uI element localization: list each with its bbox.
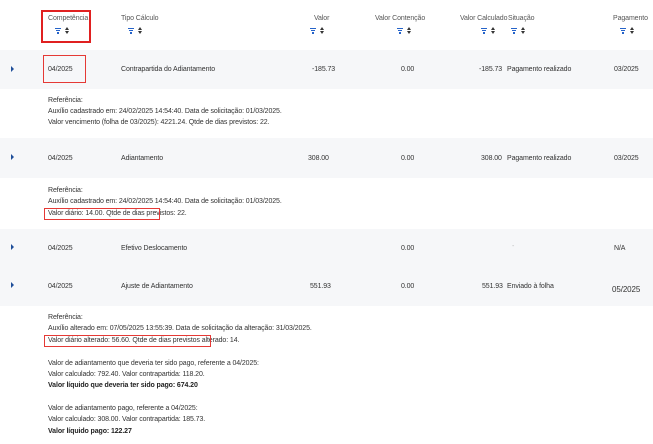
filter-icon[interactable] (128, 27, 134, 34)
cell-contencao: 0.00 (401, 245, 415, 252)
cell-competencia: 04/2025 (48, 245, 73, 252)
cell-contencao: 0.00 (401, 66, 415, 73)
col-header-situacao[interactable]: Situação (508, 15, 535, 22)
cell-pagamento: 03/2025 (614, 155, 639, 162)
detail-line: Valor calculado: 792.40. Valor contrapar… (48, 371, 205, 378)
cell-valor: 551.93 (310, 283, 331, 290)
detail-line: Auxílio cadastrado em: 24/02/2025 14:54:… (48, 108, 282, 115)
cell-calculado: -185.73 (479, 66, 503, 73)
cell-pagamento: 03/2025 (614, 66, 639, 73)
cell-situacao: Pagamento realizado (507, 66, 572, 73)
sort-icon[interactable] (491, 27, 495, 34)
valor-diario-alterado-highlight (44, 335, 211, 347)
detail-line-emphasis: Valor líquido pago: 122.27 (48, 428, 132, 435)
detail-line-emphasis: Valor líquido que deveria ter sido pago:… (48, 382, 198, 389)
pagamento-sort-controls[interactable] (620, 27, 634, 34)
filter-icon[interactable] (481, 27, 487, 34)
cell-situacao: - (512, 243, 515, 250)
filter-icon[interactable] (397, 27, 403, 34)
cell-pagamento: N/A (614, 245, 626, 252)
valor-calculado-sort-controls[interactable] (481, 27, 495, 34)
detail-line: Valor vencimento (folha de 03/2025): 422… (48, 119, 270, 126)
cell-contencao: 0.00 (401, 155, 415, 162)
competencia-cell-highlight (43, 55, 86, 83)
competencia-header-highlight (41, 10, 91, 43)
detail-line: Valor de adiantamento que deveria ter si… (48, 360, 259, 367)
table-row[interactable] (0, 229, 653, 267)
detail-title: Referência: (48, 314, 83, 321)
cell-calculado: 308.00 (481, 155, 502, 162)
expand-chevron-icon[interactable] (10, 66, 15, 72)
cell-situacao: Enviado à folha (507, 283, 554, 290)
detail-line: Auxílio cadastrado em: 24/02/2025 14:54:… (48, 198, 282, 205)
col-header-valor-contencao[interactable]: Valor Contenção (375, 15, 425, 22)
detail-title: Referência: (48, 187, 83, 194)
cell-pagamento: 05/2025 (612, 285, 641, 294)
filter-icon[interactable] (620, 27, 626, 34)
col-header-tipo-calculo[interactable]: Tipo Cálculo (121, 15, 159, 22)
sort-icon[interactable] (630, 27, 634, 34)
filter-icon[interactable] (511, 27, 517, 34)
cell-valor: -185.73 (312, 66, 336, 73)
expand-chevron-icon[interactable] (10, 154, 15, 160)
sort-icon[interactable] (138, 27, 142, 34)
tipo-calculo-sort-controls[interactable] (128, 27, 142, 34)
detail-line: Valor de adiantamento pago, referente a … (48, 405, 198, 412)
sort-icon[interactable] (320, 27, 324, 34)
sort-icon[interactable] (407, 27, 411, 34)
cell-situacao: Pagamento realizado (507, 155, 572, 162)
filter-icon[interactable] (310, 27, 316, 34)
cell-tipo: Efetivo Deslocamento (121, 245, 188, 252)
cell-tipo: Ajuste de Adiantamento (121, 283, 193, 290)
cell-competencia: 04/2025 (48, 155, 73, 162)
valor-contencao-sort-controls[interactable] (397, 27, 411, 34)
cell-contencao: 0.00 (401, 283, 415, 290)
detail-title: Referência: (48, 97, 83, 104)
expand-chevron-icon[interactable] (10, 282, 15, 288)
cell-calculado: 551.93 (482, 283, 503, 290)
cell-valor: 308.00 (308, 155, 329, 162)
expand-chevron-icon[interactable] (10, 244, 15, 250)
valor-diario-highlight (44, 208, 160, 220)
valor-sort-controls[interactable] (310, 27, 324, 34)
detail-line: Valor calculado: 308.00. Valor contrapar… (48, 416, 206, 423)
cell-competencia: 04/2025 (48, 283, 73, 290)
detail-line: Auxílio alterado em: 07/05/2025 13:55:39… (48, 325, 312, 332)
sort-icon[interactable] (521, 27, 525, 34)
col-header-valor[interactable]: Valor (314, 15, 329, 22)
col-header-pagamento[interactable]: Pagamento (613, 15, 648, 22)
cell-tipo: Adiantamento (121, 155, 163, 162)
cell-tipo: Contrapartida do Adiantamento (121, 66, 215, 73)
situacao-sort-controls[interactable] (511, 27, 525, 34)
col-header-valor-calculado[interactable]: Valor Calculado (460, 15, 508, 22)
